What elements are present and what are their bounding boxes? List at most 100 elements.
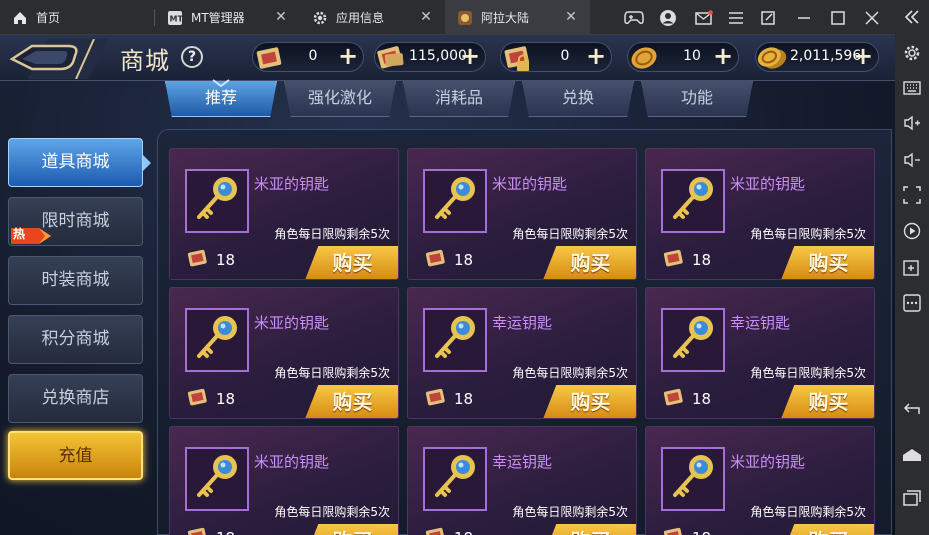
sidebar-item-points-shop[interactable]: 积分商城 bbox=[8, 315, 143, 364]
currency-gold: 2,011,596 + bbox=[755, 42, 879, 72]
product-card[interactable]: 米亚的钥匙 角色每日限购剩余5次 18 购买 bbox=[645, 148, 875, 280]
item-price: 18 bbox=[692, 251, 712, 269]
product-panel: 米亚的钥匙 角色每日限购剩余5次 18 购买 米亚的钥匙 角色每日限购剩余5次 … bbox=[157, 129, 892, 535]
recent-apps-icon[interactable] bbox=[895, 481, 929, 515]
item-price: 18 bbox=[454, 390, 474, 408]
tab-function[interactable]: 功能 bbox=[641, 81, 753, 117]
purchase-limit: 角色每日限购剩余5次 bbox=[750, 366, 866, 380]
purchase-limit: 角色每日限购剩余5次 bbox=[274, 366, 390, 380]
active-menu-arrow-icon bbox=[143, 155, 151, 171]
hot-badge: 热 bbox=[13, 227, 26, 241]
product-card[interactable]: 米亚的钥匙 角色每日限购剩余5次 18 购买 bbox=[169, 148, 399, 280]
currency-value: 0 bbox=[308, 48, 318, 64]
add-currency-button[interactable]: + bbox=[337, 44, 359, 68]
item-slot bbox=[185, 447, 249, 511]
item-price: 18 bbox=[454, 251, 474, 269]
sidebar-item-fashion-shop[interactable]: 时装商城 bbox=[8, 256, 143, 305]
menu-icon[interactable] bbox=[722, 0, 750, 35]
item-slot bbox=[423, 447, 487, 511]
currency-value: 10 bbox=[683, 48, 701, 64]
item-price: 18 bbox=[216, 251, 236, 269]
maximize-icon[interactable] bbox=[824, 0, 852, 35]
sidebar-item-limited-shop[interactable]: 限时商城 热 bbox=[8, 197, 143, 246]
collapse-sidebar-icon[interactable] bbox=[895, 0, 929, 34]
close-icon[interactable]: ✕ bbox=[274, 10, 288, 24]
volume-up-icon[interactable] bbox=[895, 106, 929, 140]
help-icon[interactable]: ? bbox=[181, 46, 203, 68]
restore-small-icon[interactable] bbox=[754, 0, 782, 35]
buy-button[interactable]: 购买 bbox=[781, 385, 874, 418]
buy-button[interactable]: 购买 bbox=[543, 524, 636, 535]
add-currency-button[interactable]: + bbox=[712, 44, 734, 68]
item-slot bbox=[423, 308, 487, 372]
tab-mt-manager[interactable]: MT MT管理器 ✕ bbox=[155, 0, 300, 35]
back-nav-icon[interactable] bbox=[895, 392, 929, 426]
buy-button[interactable]: 购买 bbox=[305, 524, 398, 535]
close-window-icon[interactable] bbox=[858, 0, 886, 35]
volume-down-icon[interactable] bbox=[895, 143, 929, 177]
page-title: 商城 bbox=[120, 47, 170, 75]
item-slot bbox=[185, 169, 249, 233]
tab-label: 阿拉大陆 bbox=[481, 11, 530, 25]
item-name: 米亚的钥匙 bbox=[730, 175, 806, 193]
more-icon[interactable] bbox=[895, 286, 929, 320]
add-currency-button[interactable]: + bbox=[852, 44, 874, 68]
minimize-icon[interactable] bbox=[790, 0, 818, 35]
account-icon[interactable] bbox=[654, 0, 682, 35]
product-card[interactable]: 幸运钥匙 角色每日限购剩余5次 18 购买 bbox=[645, 287, 875, 419]
add-currency-button[interactable]: + bbox=[585, 44, 607, 68]
add-currency-button[interactable]: + bbox=[459, 44, 481, 68]
product-card[interactable]: 米亚的钥匙 角色每日限购剩余5次 18 购买 bbox=[169, 287, 399, 419]
scroll-bundle-icon bbox=[377, 46, 404, 69]
active-tab-arrow-icon bbox=[212, 79, 230, 87]
settings-gear-icon bbox=[312, 10, 328, 26]
keyboard-icon[interactable] bbox=[895, 71, 929, 105]
currency-value: 0 bbox=[560, 48, 570, 64]
add-app-icon[interactable] bbox=[895, 250, 929, 284]
tab-app-info[interactable]: 应用信息 ✕ bbox=[300, 0, 445, 35]
purchase-limit: 角色每日限购剩余5次 bbox=[512, 227, 628, 241]
currency-scroll-bundle: 115,000 + bbox=[374, 42, 486, 72]
product-card[interactable]: 米亚的钥匙 角色每日限购剩余5次 18 购买 bbox=[407, 148, 637, 280]
tab-game[interactable]: 阿拉大陆 ✕ bbox=[445, 0, 590, 35]
key-icon bbox=[673, 316, 713, 358]
item-name: 幸运钥匙 bbox=[730, 314, 791, 332]
buy-button[interactable]: 购买 bbox=[781, 524, 874, 535]
game-screen: 商城 ? 0 + 115,000 + 0 + 10 + 2,011,596 + bbox=[0, 35, 895, 535]
screenshot-icon[interactable] bbox=[895, 178, 929, 212]
sidebar-item-item-shop[interactable]: 道具商城 bbox=[8, 138, 143, 187]
back-button[interactable] bbox=[8, 38, 108, 80]
item-slot bbox=[661, 308, 725, 372]
tab-exchange[interactable]: 兑换 bbox=[522, 81, 634, 117]
product-card[interactable]: 米亚的钥匙 角色每日限购剩余5次 18 购买 bbox=[169, 426, 399, 535]
close-icon[interactable]: ✕ bbox=[564, 10, 578, 24]
buy-button[interactable]: 购买 bbox=[543, 246, 636, 279]
purchase-limit: 角色每日限购剩余5次 bbox=[750, 505, 866, 519]
item-price: 18 bbox=[216, 390, 236, 408]
close-icon[interactable]: ✕ bbox=[419, 10, 433, 24]
scroll-price-icon bbox=[425, 249, 445, 267]
mail-icon[interactable] bbox=[690, 0, 718, 35]
product-card[interactable]: 米亚的钥匙 角色每日限购剩余5次 18 购买 bbox=[645, 426, 875, 535]
product-card[interactable]: 幸运钥匙 角色每日限购剩余5次 18 购买 bbox=[407, 287, 637, 419]
settings-icon[interactable] bbox=[895, 36, 929, 70]
currency-coin: 10 + bbox=[627, 42, 739, 72]
gamepad-icon[interactable] bbox=[620, 0, 648, 35]
tab-consumables[interactable]: 消耗品 bbox=[403, 81, 515, 117]
sidebar-item-exchange-store[interactable]: 兑换商店 bbox=[8, 374, 143, 423]
recharge-button[interactable]: 充值 bbox=[8, 431, 143, 480]
scroll-price-icon bbox=[187, 527, 207, 535]
scroll-price-icon bbox=[663, 527, 683, 535]
buy-button[interactable]: 购买 bbox=[305, 385, 398, 418]
buy-button[interactable]: 购买 bbox=[543, 385, 636, 418]
scroll-price-icon bbox=[187, 249, 207, 267]
buy-button[interactable]: 购买 bbox=[781, 246, 874, 279]
home-nav-icon[interactable] bbox=[895, 438, 929, 472]
item-name: 幸运钥匙 bbox=[492, 314, 553, 332]
tab-enhance[interactable]: 强化激化 bbox=[284, 81, 396, 117]
buy-button[interactable]: 购买 bbox=[305, 246, 398, 279]
product-card[interactable]: 幸运钥匙 角色每日限购剩余5次 18 购买 bbox=[407, 426, 637, 535]
tab-home[interactable]: 首页 bbox=[0, 0, 155, 35]
record-icon[interactable] bbox=[895, 214, 929, 248]
scroll-price-icon bbox=[663, 388, 683, 406]
